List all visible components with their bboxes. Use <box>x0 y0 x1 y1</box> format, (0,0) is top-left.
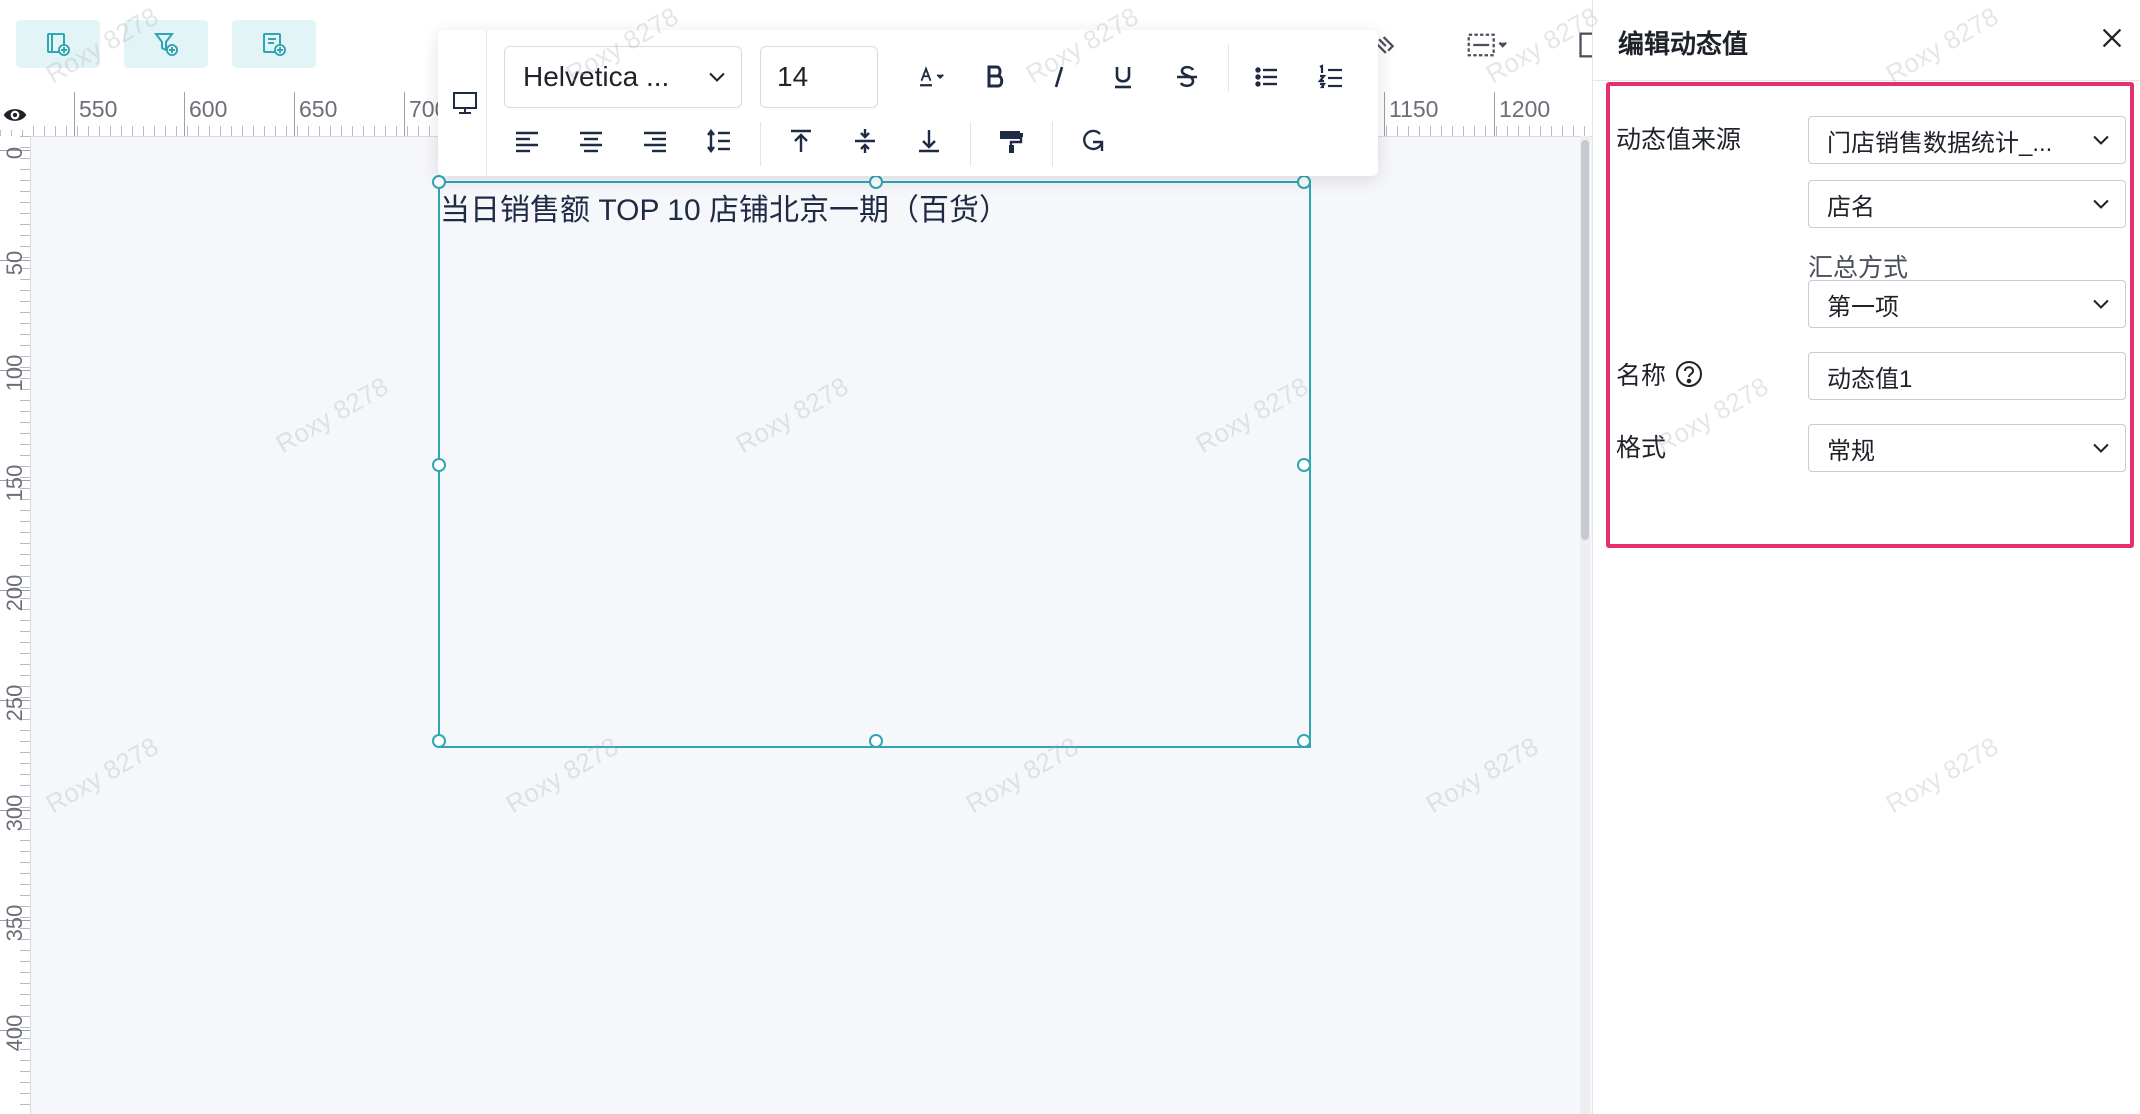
ruler-label: 1150 <box>1389 96 1439 122</box>
watermark: Roxy 8278 <box>1420 730 1544 820</box>
ruler-label: 250 <box>2 684 27 722</box>
ruler-label: 350 <box>2 904 27 942</box>
underline-button[interactable] <box>1100 54 1146 100</box>
resize-handle[interactable] <box>869 734 883 748</box>
italic-icon <box>1054 66 1064 88</box>
scrollbar-thumb[interactable] <box>1581 140 1589 540</box>
clear-format-icon <box>1083 129 1104 151</box>
font-family-value: Helvetica ... <box>523 61 670 92</box>
format-painter-button[interactable] <box>988 118 1034 164</box>
valign-bottom-icon <box>919 130 939 153</box>
font-size-input[interactable]: 14 <box>760 46 878 108</box>
watermark: Roxy 8278 <box>270 370 394 460</box>
close-button[interactable] <box>2094 20 2130 56</box>
font-family-select[interactable]: Helvetica ... <box>504 46 742 108</box>
underline-icon <box>1115 67 1131 89</box>
align-left-icon <box>516 131 538 153</box>
ruler-label: 150 <box>2 464 27 502</box>
bullet-list-button[interactable] <box>1244 54 1290 100</box>
ruler-label: 100 <box>2 354 27 392</box>
watermark: Roxy 8278 <box>40 730 164 820</box>
text-element-content[interactable]: 当日销售额 TOP 10 店铺北京一期（百货） <box>440 185 1009 229</box>
clear-format-button[interactable] <box>1070 118 1116 164</box>
add-report-button[interactable] <box>16 20 100 68</box>
panel-divider <box>1592 80 2140 81</box>
resize-handle[interactable] <box>432 458 446 472</box>
ruler-label: 200 <box>2 574 27 612</box>
screen-icon[interactable] <box>442 80 488 126</box>
highlight-annotation-box <box>1606 82 2134 548</box>
valign-bottom-button[interactable] <box>906 118 952 164</box>
canvas-scrollbar[interactable] <box>1580 136 1590 1114</box>
panel-title: 编辑动态值 <box>1618 29 1749 59</box>
font-color-icon <box>920 66 944 87</box>
italic-button[interactable] <box>1036 54 1082 100</box>
numbered-list-button[interactable] <box>1308 54 1354 100</box>
bold-icon <box>987 65 1004 88</box>
selected-text-box[interactable] <box>432 175 1311 748</box>
panel-toggle-icon[interactable] <box>1576 28 1592 68</box>
font-size-value: 14 <box>777 61 809 92</box>
ruler-label: 0 <box>2 146 27 160</box>
format-toolbar: Helvetica ... 14 <box>438 30 1378 176</box>
line-height-icon <box>707 129 730 153</box>
ruler-label: 600 <box>189 96 228 122</box>
resize-handle[interactable] <box>432 734 446 748</box>
add-text-icon <box>263 33 286 56</box>
add-text-button[interactable] <box>232 20 316 68</box>
align-left-button[interactable] <box>504 118 550 164</box>
ruler-label: 650 <box>299 96 338 122</box>
vertical-ruler: 0 50 100 150 200 250 300 350 400 <box>0 136 31 1114</box>
ruler-label: 300 <box>2 794 27 832</box>
ruler-label: 1200 <box>1499 96 1551 122</box>
valign-middle-icon <box>855 129 875 153</box>
strikethrough-icon <box>1177 65 1197 88</box>
chevron-down-icon <box>693 64 741 90</box>
resize-handle[interactable] <box>1297 734 1311 748</box>
valign-middle-button[interactable] <box>842 118 888 164</box>
valign-top-button[interactable] <box>778 118 824 164</box>
add-report-icon <box>47 33 70 56</box>
eye-icon[interactable] <box>0 100 30 130</box>
align-right-icon <box>644 131 666 153</box>
numbered-list-icon <box>1317 64 1342 89</box>
add-filter-button[interactable] <box>124 20 208 68</box>
align-center-icon <box>580 131 602 153</box>
add-filter-icon <box>154 33 178 56</box>
bullet-list-icon <box>1255 67 1277 87</box>
format-painter-icon <box>1000 131 1023 153</box>
resize-handle[interactable] <box>1297 175 1311 189</box>
font-color-button[interactable] <box>902 54 962 100</box>
bold-button[interactable] <box>972 54 1018 100</box>
align-center-button[interactable] <box>568 118 614 164</box>
valign-top-icon <box>791 129 811 152</box>
ruler-label: 400 <box>2 1014 27 1052</box>
distribute-icon[interactable] <box>1464 28 1520 68</box>
close-icon <box>2102 28 2122 48</box>
ruler-label: 50 <box>2 250 27 276</box>
ruler-label: 550 <box>79 96 118 122</box>
align-right-button[interactable] <box>632 118 678 164</box>
strikethrough-button[interactable] <box>1164 54 1210 100</box>
resize-handle[interactable] <box>1297 458 1311 472</box>
line-height-button[interactable] <box>696 118 742 164</box>
